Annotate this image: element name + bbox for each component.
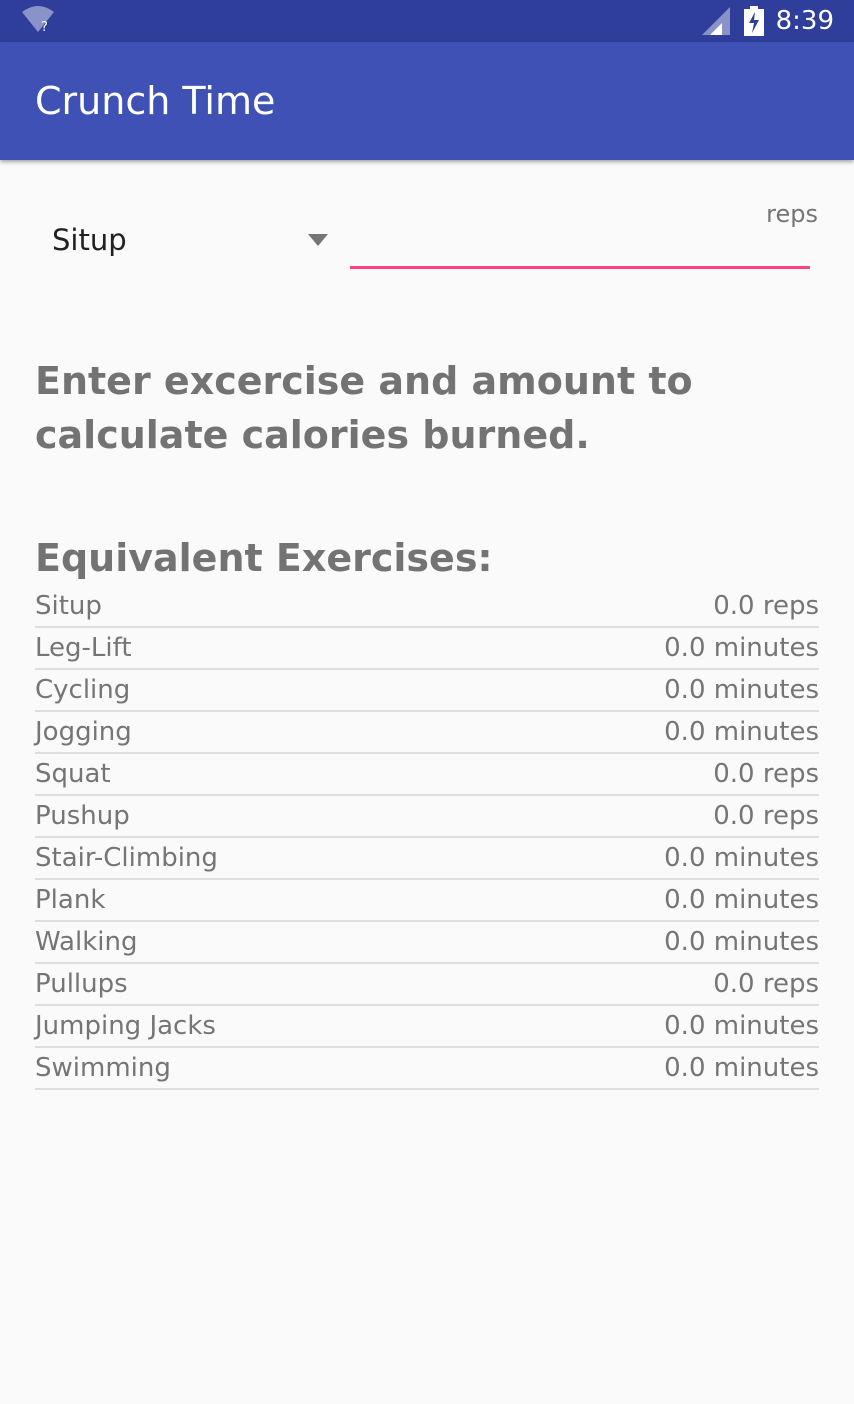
equivalent-row-plank: Plank 0.0 minutes bbox=[35, 880, 819, 922]
exercise-spinner[interactable]: Situp bbox=[36, 208, 332, 274]
equivalent-row-pushup: Pushup 0.0 reps bbox=[35, 796, 819, 838]
equivalent-row-leg-lift: Leg-Lift 0.0 minutes bbox=[35, 628, 819, 670]
exercise-name: Swimming bbox=[35, 1053, 171, 1083]
exercise-value: 0.0 reps bbox=[713, 969, 819, 999]
equivalent-row-walking: Walking 0.0 minutes bbox=[35, 922, 819, 964]
exercise-spinner-value: Situp bbox=[52, 223, 127, 257]
equivalent-row-jumping-jacks: Jumping Jacks 0.0 minutes bbox=[35, 1006, 819, 1048]
equivalent-row-squat: Squat 0.0 reps bbox=[35, 754, 819, 796]
equivalent-exercises-title: Equivalent Exercises: bbox=[35, 536, 493, 580]
status-icons: 8:39 bbox=[701, 0, 834, 42]
equivalent-row-situp: Situp 0.0 reps bbox=[35, 586, 819, 628]
app-bar: Crunch Time bbox=[0, 42, 854, 160]
svg-text:?: ? bbox=[41, 20, 48, 34]
instructions-text: Enter excercise and amount to calculate … bbox=[35, 359, 693, 457]
exercise-name: Leg-Lift bbox=[35, 633, 132, 663]
equivalent-exercises-list: Situp 0.0 reps Leg-Lift 0.0 minutes Cycl… bbox=[35, 586, 819, 1090]
exercise-name: Cycling bbox=[35, 675, 131, 705]
exercise-value: 0.0 reps bbox=[713, 591, 819, 621]
wifi-unknown-icon: ? bbox=[22, 6, 54, 34]
app-screen: ? 8:39 Crunch Time Situp reps Enter exce… bbox=[0, 0, 854, 1404]
app-title: Crunch Time bbox=[35, 79, 276, 123]
exercise-value: 0.0 reps bbox=[713, 801, 819, 831]
exercise-value: 0.0 minutes bbox=[664, 1053, 819, 1083]
amount-input[interactable] bbox=[350, 222, 810, 269]
exercise-value: 0.0 reps bbox=[713, 759, 819, 789]
exercise-value: 0.0 minutes bbox=[664, 885, 819, 915]
status-clock: 8:39 bbox=[775, 6, 834, 36]
exercise-value: 0.0 minutes bbox=[664, 927, 819, 957]
cell-signal-icon bbox=[701, 7, 730, 35]
equivalent-row-pullups: Pullups 0.0 reps bbox=[35, 964, 819, 1006]
exercise-name: Pullups bbox=[35, 969, 128, 999]
exercise-name: Pushup bbox=[35, 801, 130, 831]
exercise-name: Jogging bbox=[35, 717, 132, 747]
exercise-name: Squat bbox=[35, 759, 111, 789]
dropdown-arrow-icon bbox=[308, 234, 328, 246]
exercise-value: 0.0 minutes bbox=[664, 717, 819, 747]
exercise-name: Walking bbox=[35, 927, 138, 957]
equivalent-row-jogging: Jogging 0.0 minutes bbox=[35, 712, 819, 754]
exercise-name: Plank bbox=[35, 885, 106, 915]
equivalent-row-cycling: Cycling 0.0 minutes bbox=[35, 670, 819, 712]
exercise-value: 0.0 minutes bbox=[664, 633, 819, 663]
equivalent-row-stair-climbing: Stair-Climbing 0.0 minutes bbox=[35, 838, 819, 880]
exercise-value: 0.0 minutes bbox=[664, 1011, 819, 1041]
battery-charging-icon bbox=[743, 6, 764, 36]
exercise-name: Stair-Climbing bbox=[35, 843, 218, 873]
equivalent-row-swimming: Swimming 0.0 minutes bbox=[35, 1048, 819, 1090]
exercise-name: Situp bbox=[35, 591, 102, 621]
status-bar: ? 8:39 bbox=[0, 0, 854, 42]
exercise-value: 0.0 minutes bbox=[664, 675, 819, 705]
exercise-value: 0.0 minutes bbox=[664, 843, 819, 873]
exercise-name: Jumping Jacks bbox=[35, 1011, 216, 1041]
